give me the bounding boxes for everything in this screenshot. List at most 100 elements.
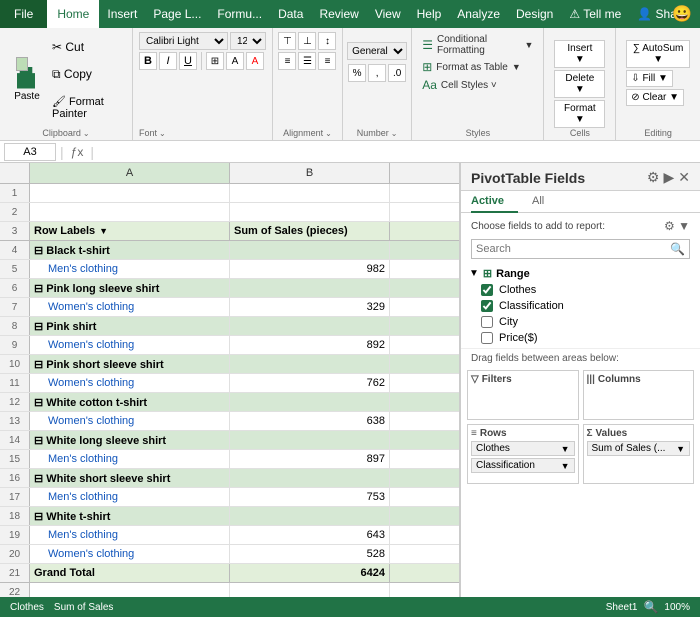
menu-help[interactable]: Help [409,0,450,28]
triangle-down-icon[interactable]: ▼ [469,268,479,279]
font-color-button[interactable]: A [246,52,264,70]
cell-styles-button[interactable]: Aa Cell Styles ˅ [420,76,535,94]
cell-a14[interactable]: ⊟ White long sleeve shirt [30,431,230,449]
copy-button[interactable]: ⧉ Copy [50,66,126,83]
menu-insert[interactable]: Insert [99,0,145,28]
menu-analyze[interactable]: Analyze [449,0,508,28]
cell-a6[interactable]: ⊟ Pink long sleeve shirt [30,279,230,297]
sheet-tab[interactable]: Sheet1 [606,602,638,613]
cell-b9[interactable]: 892 [230,336,390,354]
cell-b16[interactable] [230,469,390,487]
cell-row-labels[interactable]: Row Labels ▼ [30,222,230,240]
menu-review[interactable]: Review [311,0,366,28]
function-button[interactable]: ƒx [68,145,87,159]
cell-a12[interactable]: ⊟ White cotton t-shirt [30,393,230,411]
pivot-search-input[interactable] [476,243,670,255]
pivot-gear-icon[interactable]: ⚙ [647,169,660,186]
menu-view[interactable]: View [367,0,409,28]
file-menu-button[interactable]: File [0,0,47,28]
paste-button[interactable]: Paste [6,32,48,126]
pivot-field-item[interactable]: Classification [465,298,696,314]
cell-grand-total-value[interactable]: 6424 [230,564,390,582]
italic-button[interactable]: I [159,52,177,70]
cell-a1[interactable] [30,184,230,202]
pivot-gear-small-icon[interactable]: ⚙ ▼ [664,219,690,233]
bold-button[interactable]: B [139,52,157,70]
cell-a18[interactable]: ⊟ White t-shirt [30,507,230,525]
insert-cells-button[interactable]: Insert ▼ [554,40,605,68]
tab-active[interactable]: Active [471,191,518,213]
number-format-select[interactable]: General [347,42,407,60]
comma-button[interactable]: , [368,64,386,82]
cut-button[interactable]: ✂ Cut [50,39,126,55]
cell-b1[interactable] [230,184,390,202]
clear-button[interactable]: ⊘ Clear ▼ [626,89,684,106]
cell-a5[interactable]: Men's clothing [30,260,230,278]
align-middle-button[interactable]: ⊥ [298,32,316,50]
underline-button[interactable]: U [179,52,197,70]
rows-chip-classification[interactable]: Classification ▼ [471,458,575,473]
cell-a8[interactable]: ⊟ Pink shirt [30,317,230,335]
cell-b4[interactable] [230,241,390,259]
cell-a20[interactable]: Women's clothing [30,545,230,563]
col-header-a[interactable]: A [30,163,230,183]
cell-b17[interactable]: 753 [230,488,390,506]
cell-a4[interactable]: ⊟ Black t-shirt [30,241,230,259]
pivot-field-item[interactable]: City [465,314,696,330]
cell-sum-header[interactable]: Sum of Sales (pieces) [230,222,390,240]
pivot-close-icon[interactable]: ✕ [678,169,690,186]
autosum-button[interactable]: ∑ AutoSum ▼ [626,40,690,68]
cell-a2[interactable] [30,203,230,221]
name-box[interactable] [4,143,56,161]
fill-color-button[interactable]: A [226,52,244,70]
field-clothes-checkbox[interactable] [481,284,493,296]
cell-a17[interactable]: Men's clothing [30,488,230,506]
cell-b7[interactable]: 329 [230,298,390,316]
border-button[interactable]: ⊞ [206,52,224,70]
font-size-select[interactable]: 12 [230,32,266,50]
menu-data[interactable]: Data [270,0,311,28]
cell-b6[interactable] [230,279,390,297]
cell-a13[interactable]: Women's clothing [30,412,230,430]
menu-pagelayout[interactable]: Page L... [145,0,209,28]
field-price-checkbox[interactable] [481,332,493,344]
pivot-field-item[interactable]: Clothes [465,282,696,298]
cell-grand-total-label[interactable]: Grand Total [30,564,230,582]
menu-home[interactable]: Home [47,0,99,28]
chip-dropdown-icon2[interactable]: ▼ [561,461,570,471]
cell-a16[interactable]: ⊟ White short sleeve shirt [30,469,230,487]
field-city-checkbox[interactable] [481,316,493,328]
decrease-decimal-button[interactable]: .0 [388,64,406,82]
pivot-arrow-icon[interactable]: ▶ [663,169,674,186]
field-classification-checkbox[interactable] [481,300,493,312]
align-right-button[interactable]: ≡ [318,52,336,70]
cell-b5[interactable]: 982 [230,260,390,278]
values-chip-sum[interactable]: Sum of Sales (... ▼ [587,441,691,456]
percent-button[interactable]: % [348,64,366,82]
format-cells-button[interactable]: Format ▼ [554,100,605,128]
cell-b8[interactable] [230,317,390,335]
align-left-button[interactable]: ≡ [278,52,296,70]
cell-b2[interactable] [230,203,390,221]
cell-a10[interactable]: ⊟ Pink short sleeve shirt [30,355,230,373]
pivot-field-item[interactable]: Price($) [465,330,696,346]
rows-chip-clothes[interactable]: Clothes ▼ [471,441,575,456]
align-bottom-button[interactable]: ↕ [318,32,336,50]
cell-b22[interactable] [230,583,390,597]
font-name-select[interactable]: Calibri Light [139,32,228,50]
fill-button[interactable]: ⇩ Fill ▼ [626,70,673,87]
formula-input[interactable] [98,146,696,158]
cell-b13[interactable]: 638 [230,412,390,430]
menu-design[interactable]: Design [508,0,561,28]
format-painter-button[interactable]: 🖌 Format Painter [50,94,126,121]
chip-dropdown-icon3[interactable]: ▼ [676,444,685,454]
chip-dropdown-icon[interactable]: ▼ [561,444,570,454]
cell-b15[interactable]: 897 [230,450,390,468]
conditional-formatting-button[interactable]: ☰ Conditional Formatting ▼ [420,32,535,58]
align-top-button[interactable]: ⊤ [278,32,296,50]
format-as-table-button[interactable]: ⊞ Format as Table ▼ [420,58,535,76]
cell-b14[interactable] [230,431,390,449]
cell-a7[interactable]: Women's clothing [30,298,230,316]
menu-tellme[interactable]: ⚠ Tell me [561,0,629,28]
cell-a15[interactable]: Men's clothing [30,450,230,468]
